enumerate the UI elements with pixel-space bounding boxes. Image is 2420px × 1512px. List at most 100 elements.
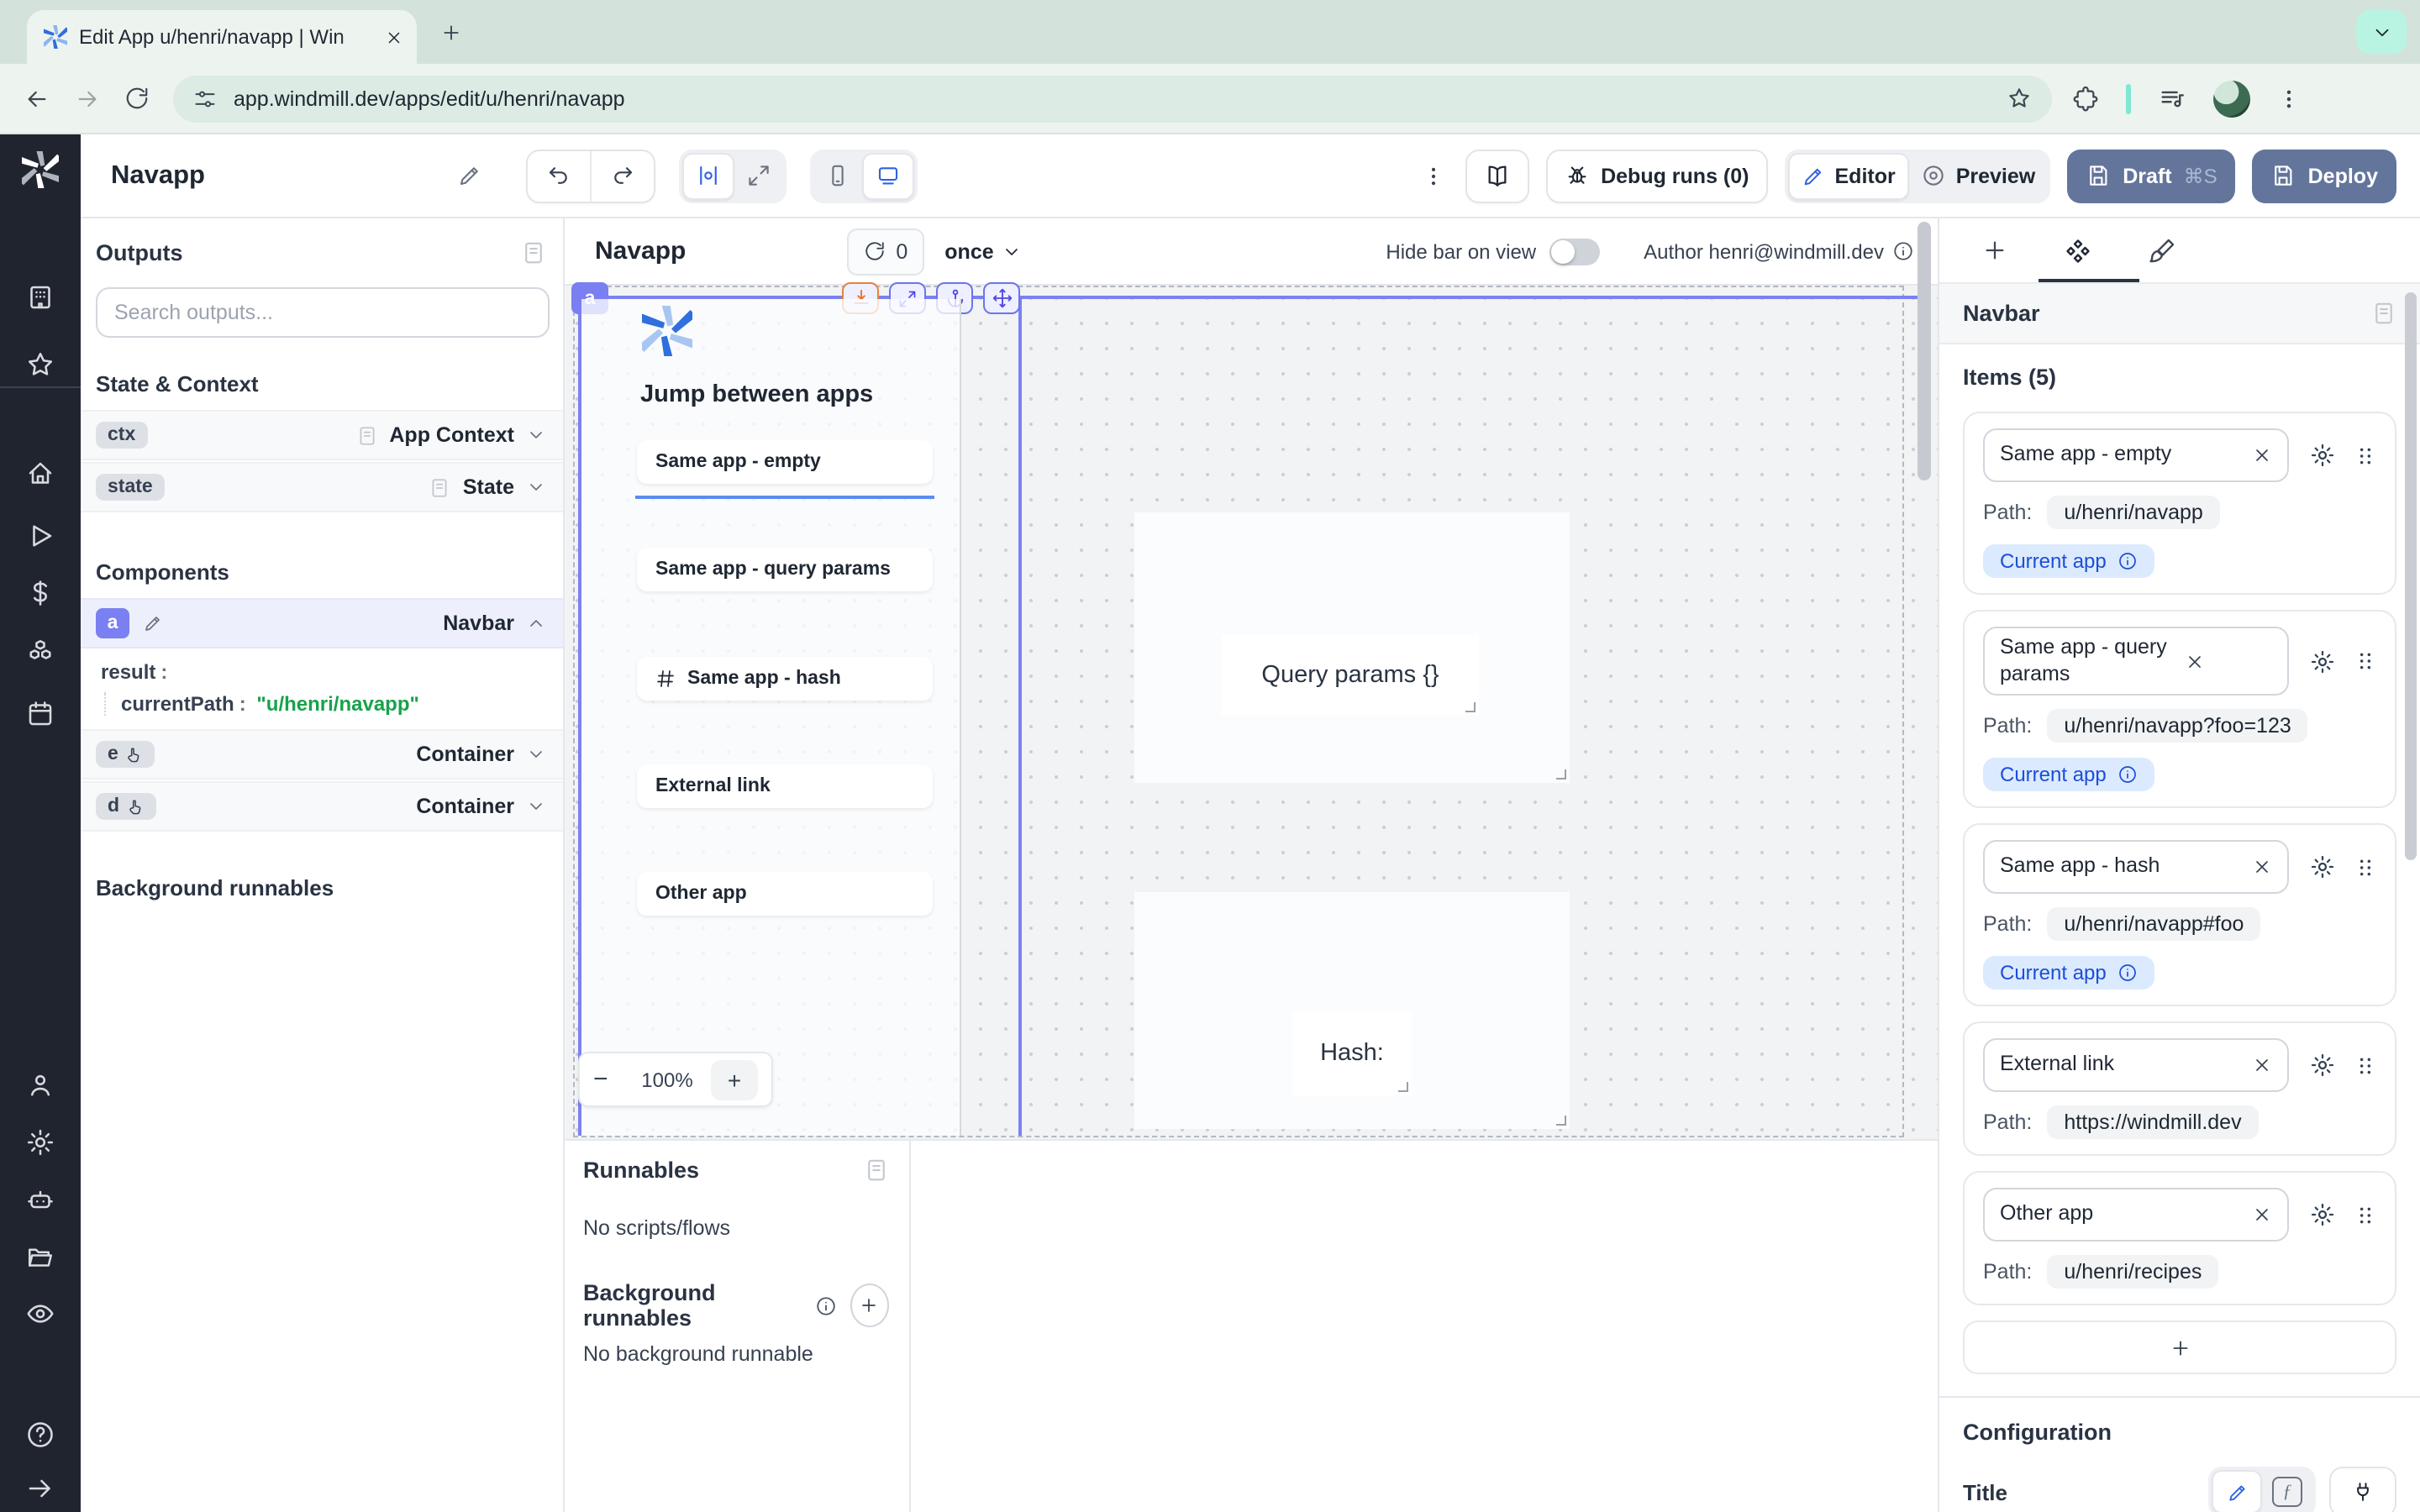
back-icon[interactable]	[24, 85, 50, 112]
clear-icon[interactable]	[2252, 1056, 2272, 1076]
clear-icon[interactable]	[2252, 858, 2272, 878]
ctx-row[interactable]: ctx App Context	[81, 410, 563, 460]
clear-icon[interactable]	[2252, 1205, 2272, 1226]
resize-handle[interactable]	[1556, 769, 1566, 780]
info-icon[interactable]	[815, 1294, 837, 1316]
chevron-down-icon[interactable]	[526, 477, 546, 497]
item-label-input[interactable]: Other app	[1983, 1189, 2289, 1242]
search-outputs-input[interactable]: Search outputs...	[96, 287, 550, 338]
redo-icon[interactable]	[590, 150, 654, 201]
favorites-star-icon[interactable]	[25, 349, 55, 380]
outputs-doc-icon[interactable]	[521, 240, 546, 265]
runs-icon[interactable]	[25, 521, 55, 551]
site-settings-icon[interactable]	[193, 87, 217, 110]
frequency-select[interactable]: once	[944, 239, 1022, 263]
more-menu-icon[interactable]	[1421, 164, 1444, 187]
extensions-icon[interactable]	[2072, 85, 2099, 112]
item-path-value[interactable]: u/henri/recipes	[2047, 1256, 2218, 1289]
address-bar[interactable]: app.windmill.dev/apps/edit/u/henri/navap…	[173, 75, 2052, 122]
workspace-icon[interactable]	[25, 282, 55, 312]
tab-styling-brush-icon[interactable]	[2148, 236, 2176, 265]
chevron-up-icon[interactable]	[526, 613, 546, 633]
draft-button[interactable]: Draft⌘S	[2067, 149, 2235, 202]
workers-bot-icon[interactable]	[25, 1184, 55, 1215]
media-queue-icon[interactable]	[2158, 84, 2186, 113]
resize-handle[interactable]	[1556, 1116, 1566, 1126]
item-settings-gear-icon[interactable]	[2309, 1202, 2336, 1229]
component-row-container-d[interactable]: d Container	[81, 781, 563, 832]
tab-insert-plus-icon[interactable]	[1981, 237, 2008, 264]
window-chevron-icon[interactable]	[2356, 10, 2407, 54]
item-label-input[interactable]: External link	[1983, 1039, 2289, 1093]
docs-book-icon[interactable]	[1465, 149, 1528, 202]
component-row-container-e[interactable]: e Container	[81, 729, 563, 780]
settings-gear-icon[interactable]	[25, 1127, 55, 1158]
tab-preview[interactable]: Preview	[1909, 152, 2048, 199]
hash-text[interactable]: Hash:	[1292, 1011, 1412, 1095]
item-path-value[interactable]: u/henri/navapp#foo	[2047, 908, 2260, 942]
item-label-input[interactable]: Same app - hash	[1983, 841, 2289, 895]
runnables-doc-icon[interactable]	[864, 1158, 889, 1183]
query-params-text[interactable]: Query params {}	[1222, 635, 1479, 716]
bookmark-star-icon[interactable]	[2007, 86, 2032, 111]
undo-icon[interactable]	[528, 150, 590, 201]
component-row-navbar[interactable]: a Navbar	[81, 598, 563, 648]
item-path-value[interactable]: u/henri/navapp	[2047, 496, 2219, 529]
add-item-button[interactable]	[1963, 1321, 2396, 1375]
canvas-scrollbar[interactable]	[1918, 222, 1931, 480]
drag-handle-icon[interactable]	[2354, 855, 2376, 880]
tab-component-settings-icon[interactable]	[2064, 236, 2092, 265]
item-path-value[interactable]: https://windmill.dev	[2047, 1106, 2258, 1140]
schedules-icon[interactable]	[25, 699, 55, 729]
static-mode-pencil-icon[interactable]	[2212, 1471, 2262, 1512]
debug-runs-button[interactable]: Debug runs (0)	[1545, 149, 1767, 202]
help-icon[interactable]	[25, 1420, 55, 1450]
item-settings-gear-icon[interactable]	[2309, 442, 2336, 469]
settings-scrollbar[interactable]	[2405, 292, 2417, 860]
connect-plug-icon[interactable]	[2329, 1467, 2396, 1512]
nav-item-external-link[interactable]: External link	[637, 764, 933, 808]
resize-handle[interactable]	[1465, 702, 1476, 712]
navbar-component-preview[interactable]: Jump between apps Same app - empty Same …	[581, 299, 961, 1136]
centered-layout-icon[interactable]	[682, 152, 734, 199]
item-label-input[interactable]: Same app - query params	[1983, 627, 2289, 696]
query-params-container[interactable]: Query params {}	[1134, 512, 1570, 783]
nav-item-hash[interactable]: Same app - hash	[637, 657, 933, 701]
profile-avatar[interactable]	[2213, 80, 2250, 117]
item-settings-gear-icon[interactable]	[2309, 648, 2336, 675]
clear-icon[interactable]	[2252, 445, 2272, 465]
nav-item-other-app[interactable]: Other app	[637, 872, 933, 916]
item-settings-gear-icon[interactable]	[2309, 854, 2336, 881]
hide-bar-toggle[interactable]	[1549, 238, 1600, 265]
windmill-logo-icon[interactable]	[22, 151, 59, 188]
audit-eye-icon[interactable]	[25, 1299, 55, 1329]
chevron-down-icon[interactable]	[526, 796, 546, 816]
deploy-button[interactable]: Deploy	[2253, 149, 2396, 202]
resize-handle[interactable]	[1398, 1082, 1408, 1092]
refresh-count-button[interactable]: 0	[847, 228, 924, 275]
desktop-view-icon[interactable]	[862, 152, 914, 199]
expression-mode-icon[interactable]: ƒ	[2262, 1471, 2312, 1512]
variables-icon[interactable]	[25, 578, 55, 608]
hash-container[interactable]: Hash:	[1134, 892, 1570, 1129]
reload-icon[interactable]	[124, 86, 150, 111]
resources-icon[interactable]	[25, 637, 55, 667]
tab-close-icon[interactable]	[385, 28, 403, 46]
drag-handle-icon[interactable]	[2354, 648, 2376, 674]
drag-handle-icon[interactable]	[2354, 1203, 2376, 1228]
info-icon[interactable]	[1892, 240, 1914, 262]
drag-handle-icon[interactable]	[2354, 443, 2376, 468]
item-label-input[interactable]: Same app - empty	[1983, 428, 2289, 482]
home-icon[interactable]	[25, 459, 55, 489]
rename-pencil-icon[interactable]	[457, 163, 482, 188]
drag-handle-icon[interactable]	[2354, 1053, 2376, 1079]
new-tab-icon[interactable]	[440, 22, 462, 44]
add-background-runnable-button[interactable]	[850, 1284, 889, 1327]
collapse-rail-icon[interactable]	[25, 1473, 55, 1504]
tab-editor[interactable]: Editor	[1788, 152, 1909, 199]
item-settings-gear-icon[interactable]	[2309, 1053, 2336, 1079]
browser-menu-icon[interactable]	[2277, 87, 2301, 110]
app-canvas[interactable]: a Jump between apps	[565, 286, 1938, 1139]
users-icon[interactable]	[25, 1070, 55, 1100]
clear-icon[interactable]	[2185, 651, 2205, 671]
